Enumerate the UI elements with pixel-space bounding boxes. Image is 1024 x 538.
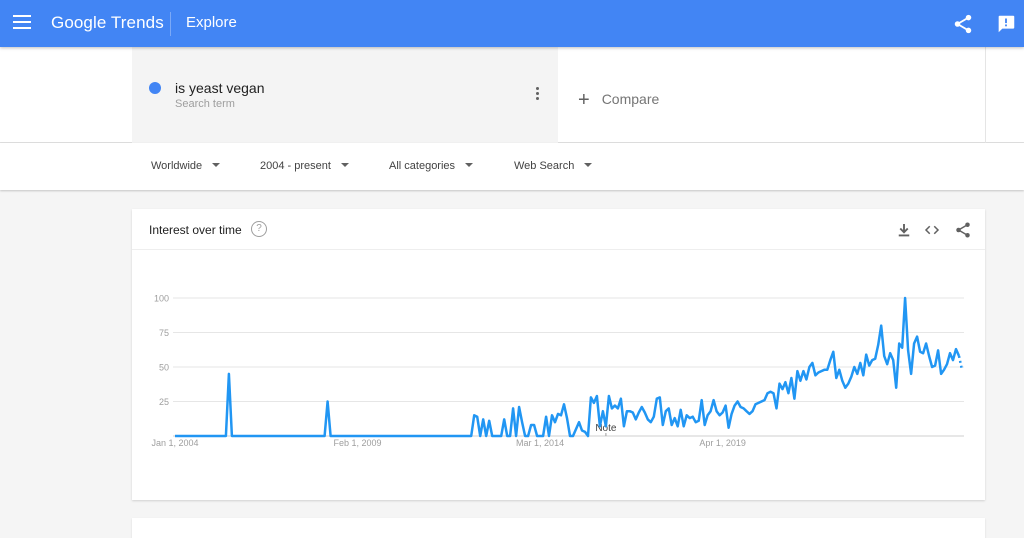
google-trends-logo[interactable]: Google Trends	[51, 13, 164, 33]
search-term-sublabel: Search term	[175, 98, 235, 110]
chart-grid	[173, 298, 964, 436]
x-tick-label: Feb 1, 2009	[334, 438, 382, 448]
x-axis-ticks: Jan 1, 2004 Feb 1, 2009 Mar 1, 2014 Apr 1, …	[151, 438, 745, 448]
series-partial-segment	[959, 356, 962, 370]
interest-line-chart[interactable]: 25 50 75 100 Jan 1, 2004 Feb 1, 2009 Mar 1, 2…	[132, 250, 985, 500]
menu-icon[interactable]	[13, 15, 31, 31]
compare-label: Compare	[602, 91, 660, 107]
help-icon[interactable]: ?	[251, 221, 267, 237]
interest-over-time-card: Interest over time ? 25 50 75 100 Jan 1, 20…	[132, 209, 985, 500]
next-card	[132, 518, 985, 538]
search-term-card[interactable]: is yeast vegan Search term	[132, 47, 558, 143]
plus-icon: +	[578, 89, 590, 111]
x-tick-label: Mar 1, 2014	[516, 438, 564, 448]
filter-category-dropdown[interactable]: All categories	[389, 160, 473, 172]
filter-search-type-dropdown[interactable]: Web Search	[514, 160, 592, 172]
caret-down-icon	[584, 163, 592, 167]
y-axis-ticks: 25 50 75 100	[154, 294, 169, 408]
share-icon[interactable]	[952, 13, 974, 35]
filter-time-dropdown[interactable]: 2004 - present	[260, 160, 349, 172]
term-color-dot	[149, 82, 161, 94]
caret-down-icon	[341, 163, 349, 167]
filter-label: 2004 - present	[260, 160, 331, 172]
embed-icon[interactable]	[923, 221, 941, 239]
filter-bar: Worldwide 2004 - present All categories …	[0, 143, 1024, 190]
search-term-area: is yeast vegan Search term + Compare	[0, 47, 1024, 143]
caret-down-icon	[212, 163, 220, 167]
caret-down-icon	[465, 163, 473, 167]
x-tick-label: Apr 1, 2019	[699, 438, 746, 448]
x-tick-label: Jan 1, 2004	[151, 438, 198, 448]
brand-divider	[170, 12, 171, 36]
download-icon[interactable]	[895, 221, 913, 239]
y-tick-label: 75	[159, 328, 169, 338]
compare-button[interactable]: + Compare	[578, 89, 659, 112]
filter-region-dropdown[interactable]: Worldwide	[151, 160, 220, 172]
divider	[985, 47, 986, 143]
filter-label: Web Search	[514, 160, 574, 172]
y-tick-label: 100	[154, 294, 169, 304]
page-title: Explore	[186, 14, 237, 31]
y-tick-label: 50	[159, 363, 169, 373]
top-app-bar: Google Trends Explore	[0, 0, 1024, 47]
filter-label: Worldwide	[151, 160, 202, 172]
search-term-text[interactable]: is yeast vegan	[175, 80, 265, 96]
share-icon[interactable]	[954, 221, 972, 239]
y-tick-label: 25	[159, 397, 169, 407]
card-header: Interest over time ?	[132, 209, 985, 250]
feedback-icon[interactable]	[995, 13, 1017, 35]
more-options-icon[interactable]	[532, 87, 542, 103]
filter-label: All categories	[389, 160, 455, 172]
card-title: Interest over time	[149, 223, 242, 237]
